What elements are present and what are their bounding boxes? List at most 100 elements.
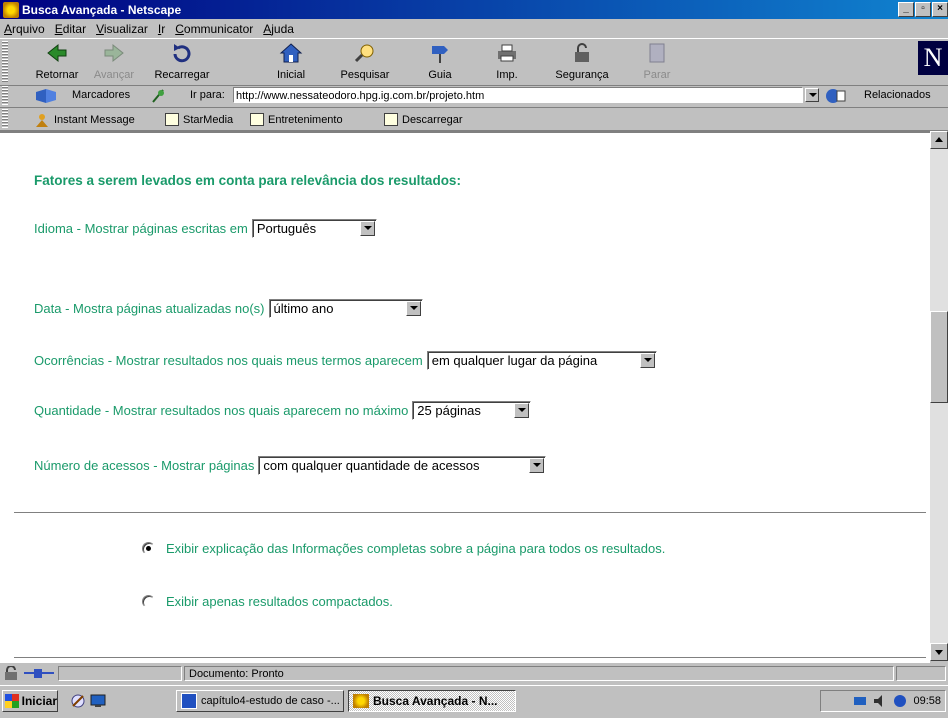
network-icon[interactable] xyxy=(853,694,867,708)
bookmarks-icon[interactable] xyxy=(34,88,64,104)
arrow-up-icon xyxy=(935,137,943,142)
close-button[interactable]: × xyxy=(932,2,948,17)
volume-icon[interactable] xyxy=(873,694,887,708)
chevron-down-icon[interactable] xyxy=(359,221,375,236)
chevron-down-icon[interactable] xyxy=(405,301,421,316)
home-label: Inicial xyxy=(276,69,306,81)
forward-button[interactable]: Avançar xyxy=(81,42,147,81)
descarregar-link[interactable]: Descarregar xyxy=(384,113,463,126)
starmedia-link[interactable]: StarMedia xyxy=(165,113,233,126)
menu-ajuda[interactable]: Ajuda xyxy=(263,22,294,36)
quantity-select[interactable]: 25 páginas xyxy=(412,401,532,420)
filter-quantity-label: Quantidade - Mostrar resultados nos quai… xyxy=(34,403,409,418)
occurrences-select[interactable]: em qualquer lugar da página xyxy=(426,351,657,370)
filter-occurrences-label: Ocorrências - Mostrar resultados nos qua… xyxy=(34,353,423,368)
security-button[interactable]: Segurança xyxy=(549,42,615,81)
netscape-logo[interactable]: N xyxy=(918,41,948,75)
taskbar-netscape-window[interactable]: Busca Avançada - N... xyxy=(348,690,516,712)
menu-visualizar[interactable]: Visualizar xyxy=(96,22,148,36)
quicklaunch-browser-icon[interactable] xyxy=(70,693,86,709)
print-button[interactable]: Imp. xyxy=(474,42,540,81)
help-icon[interactable] xyxy=(893,694,907,708)
clock[interactable]: 09:58 xyxy=(913,695,941,707)
menu-arquivo[interactable]: Arquivo xyxy=(4,22,45,36)
chevron-down-icon[interactable] xyxy=(529,458,545,473)
compact-label: Exibir apenas resultados compactados. xyxy=(166,594,393,609)
offline-plug-icon[interactable] xyxy=(24,667,54,680)
location-grip[interactable] xyxy=(2,86,8,105)
filter-access-row: Número de acessos - Mostrar páginas com … xyxy=(34,456,547,475)
person-icon xyxy=(36,114,48,127)
language-select-value: Português xyxy=(256,221,317,236)
security-label: Segurança xyxy=(555,69,609,81)
home-button[interactable]: Inicial xyxy=(258,42,324,81)
chevron-down-icon[interactable] xyxy=(639,353,655,368)
menu-communicator[interactable]: Communicator xyxy=(175,22,253,36)
filter-date-row: Data - Mostra páginas atualizadas no(s) … xyxy=(34,299,423,318)
entretenimento-link[interactable]: Entretenimento xyxy=(250,113,343,126)
print-icon xyxy=(498,44,516,62)
start-button[interactable]: Iniciar xyxy=(2,690,58,712)
word-document-icon xyxy=(181,693,197,709)
component-bar[interactable] xyxy=(896,666,946,681)
progress-cell xyxy=(58,666,182,681)
scroll-down-button[interactable] xyxy=(930,643,948,661)
guide-button[interactable]: Guia xyxy=(407,42,473,81)
filter-date-label: Data - Mostra páginas atualizadas no(s) xyxy=(34,301,265,316)
instant-message-link[interactable]: Instant Message xyxy=(34,113,135,127)
taskbar-word-document[interactable]: capítulo4-estudo de caso -... xyxy=(176,690,344,712)
vertical-scrollbar[interactable] xyxy=(930,131,948,661)
menu-ir[interactable]: Ir xyxy=(158,22,165,36)
netscape-app-icon xyxy=(353,694,369,708)
bottom-divider xyxy=(14,657,926,659)
quicklaunch-desktop-icon[interactable] xyxy=(90,693,106,709)
guide-label: Guia xyxy=(428,69,452,81)
netscape-app-icon xyxy=(3,1,19,18)
windows-taskbar: Iniciar capítulo4-estudo de caso -... Bu… xyxy=(0,685,948,718)
date-select-value: último ano xyxy=(273,301,334,316)
status-bar: Documento: Pronto xyxy=(0,664,948,684)
stop-icon xyxy=(649,43,665,63)
instant-message-label: Instant Message xyxy=(54,114,135,126)
url-dropdown-arrow[interactable] xyxy=(805,88,819,102)
language-select[interactable]: Português xyxy=(251,219,377,238)
related-label[interactable]: Relacionados xyxy=(864,89,931,101)
option-full-info[interactable]: Exibir explicação das Informações comple… xyxy=(142,541,665,556)
window-title: Busca Avançada - Netscape xyxy=(22,2,182,17)
url-input[interactable]: http://www.nessateodoro.hpg.ig.com.br/pr… xyxy=(233,87,803,103)
reload-button[interactable]: Recarregar xyxy=(149,42,215,81)
full-info-radio[interactable] xyxy=(142,542,155,555)
related-icon[interactable] xyxy=(824,87,854,105)
descarregar-label: Descarregar xyxy=(402,113,463,126)
chevron-down-icon[interactable] xyxy=(514,403,530,418)
maximize-button[interactable]: ▫ xyxy=(915,2,931,17)
page-proxy-icon[interactable] xyxy=(150,88,166,104)
scroll-up-button[interactable] xyxy=(930,131,948,149)
stop-button[interactable]: Parar xyxy=(624,42,690,81)
toolbar-grip[interactable] xyxy=(2,41,8,83)
page-heading: Fatores a serem levados em conta para re… xyxy=(34,173,461,188)
minimize-button[interactable]: _ xyxy=(898,2,914,17)
date-select[interactable]: último ano xyxy=(268,299,423,318)
reload-label: Recarregar xyxy=(154,69,210,81)
option-compact[interactable]: Exibir apenas resultados compactados. xyxy=(142,594,393,609)
compact-radio[interactable] xyxy=(142,595,155,608)
access-select[interactable]: com qualquer quantidade de acessos xyxy=(258,456,547,475)
back-arrow-icon xyxy=(47,43,67,63)
lock-icon xyxy=(575,43,589,62)
filter-occurrences-row: Ocorrências - Mostrar resultados nos qua… xyxy=(34,351,657,370)
location-bar: Marcadores Ir para: http://www.nessateod… xyxy=(0,85,948,108)
filter-language-label: Idioma - Mostrar páginas escritas em xyxy=(34,221,248,236)
search-button[interactable]: Pesquisar xyxy=(332,42,398,81)
windows-flag-icon xyxy=(5,694,19,708)
filter-quantity-row: Quantidade - Mostrar resultados nos quai… xyxy=(34,401,532,420)
menu-editar[interactable]: Editar xyxy=(55,22,86,36)
bookmarks-label[interactable]: Marcadores xyxy=(72,89,130,101)
scroll-thumb[interactable] xyxy=(930,311,948,403)
taskbar-netscape-label: Busca Avançada - N... xyxy=(373,694,498,708)
section-divider xyxy=(14,512,926,514)
security-lock-icon[interactable] xyxy=(2,666,20,681)
personal-grip[interactable] xyxy=(2,109,8,128)
starmedia-label: StarMedia xyxy=(183,113,234,126)
entretenimento-label: Entretenimento xyxy=(268,113,343,126)
